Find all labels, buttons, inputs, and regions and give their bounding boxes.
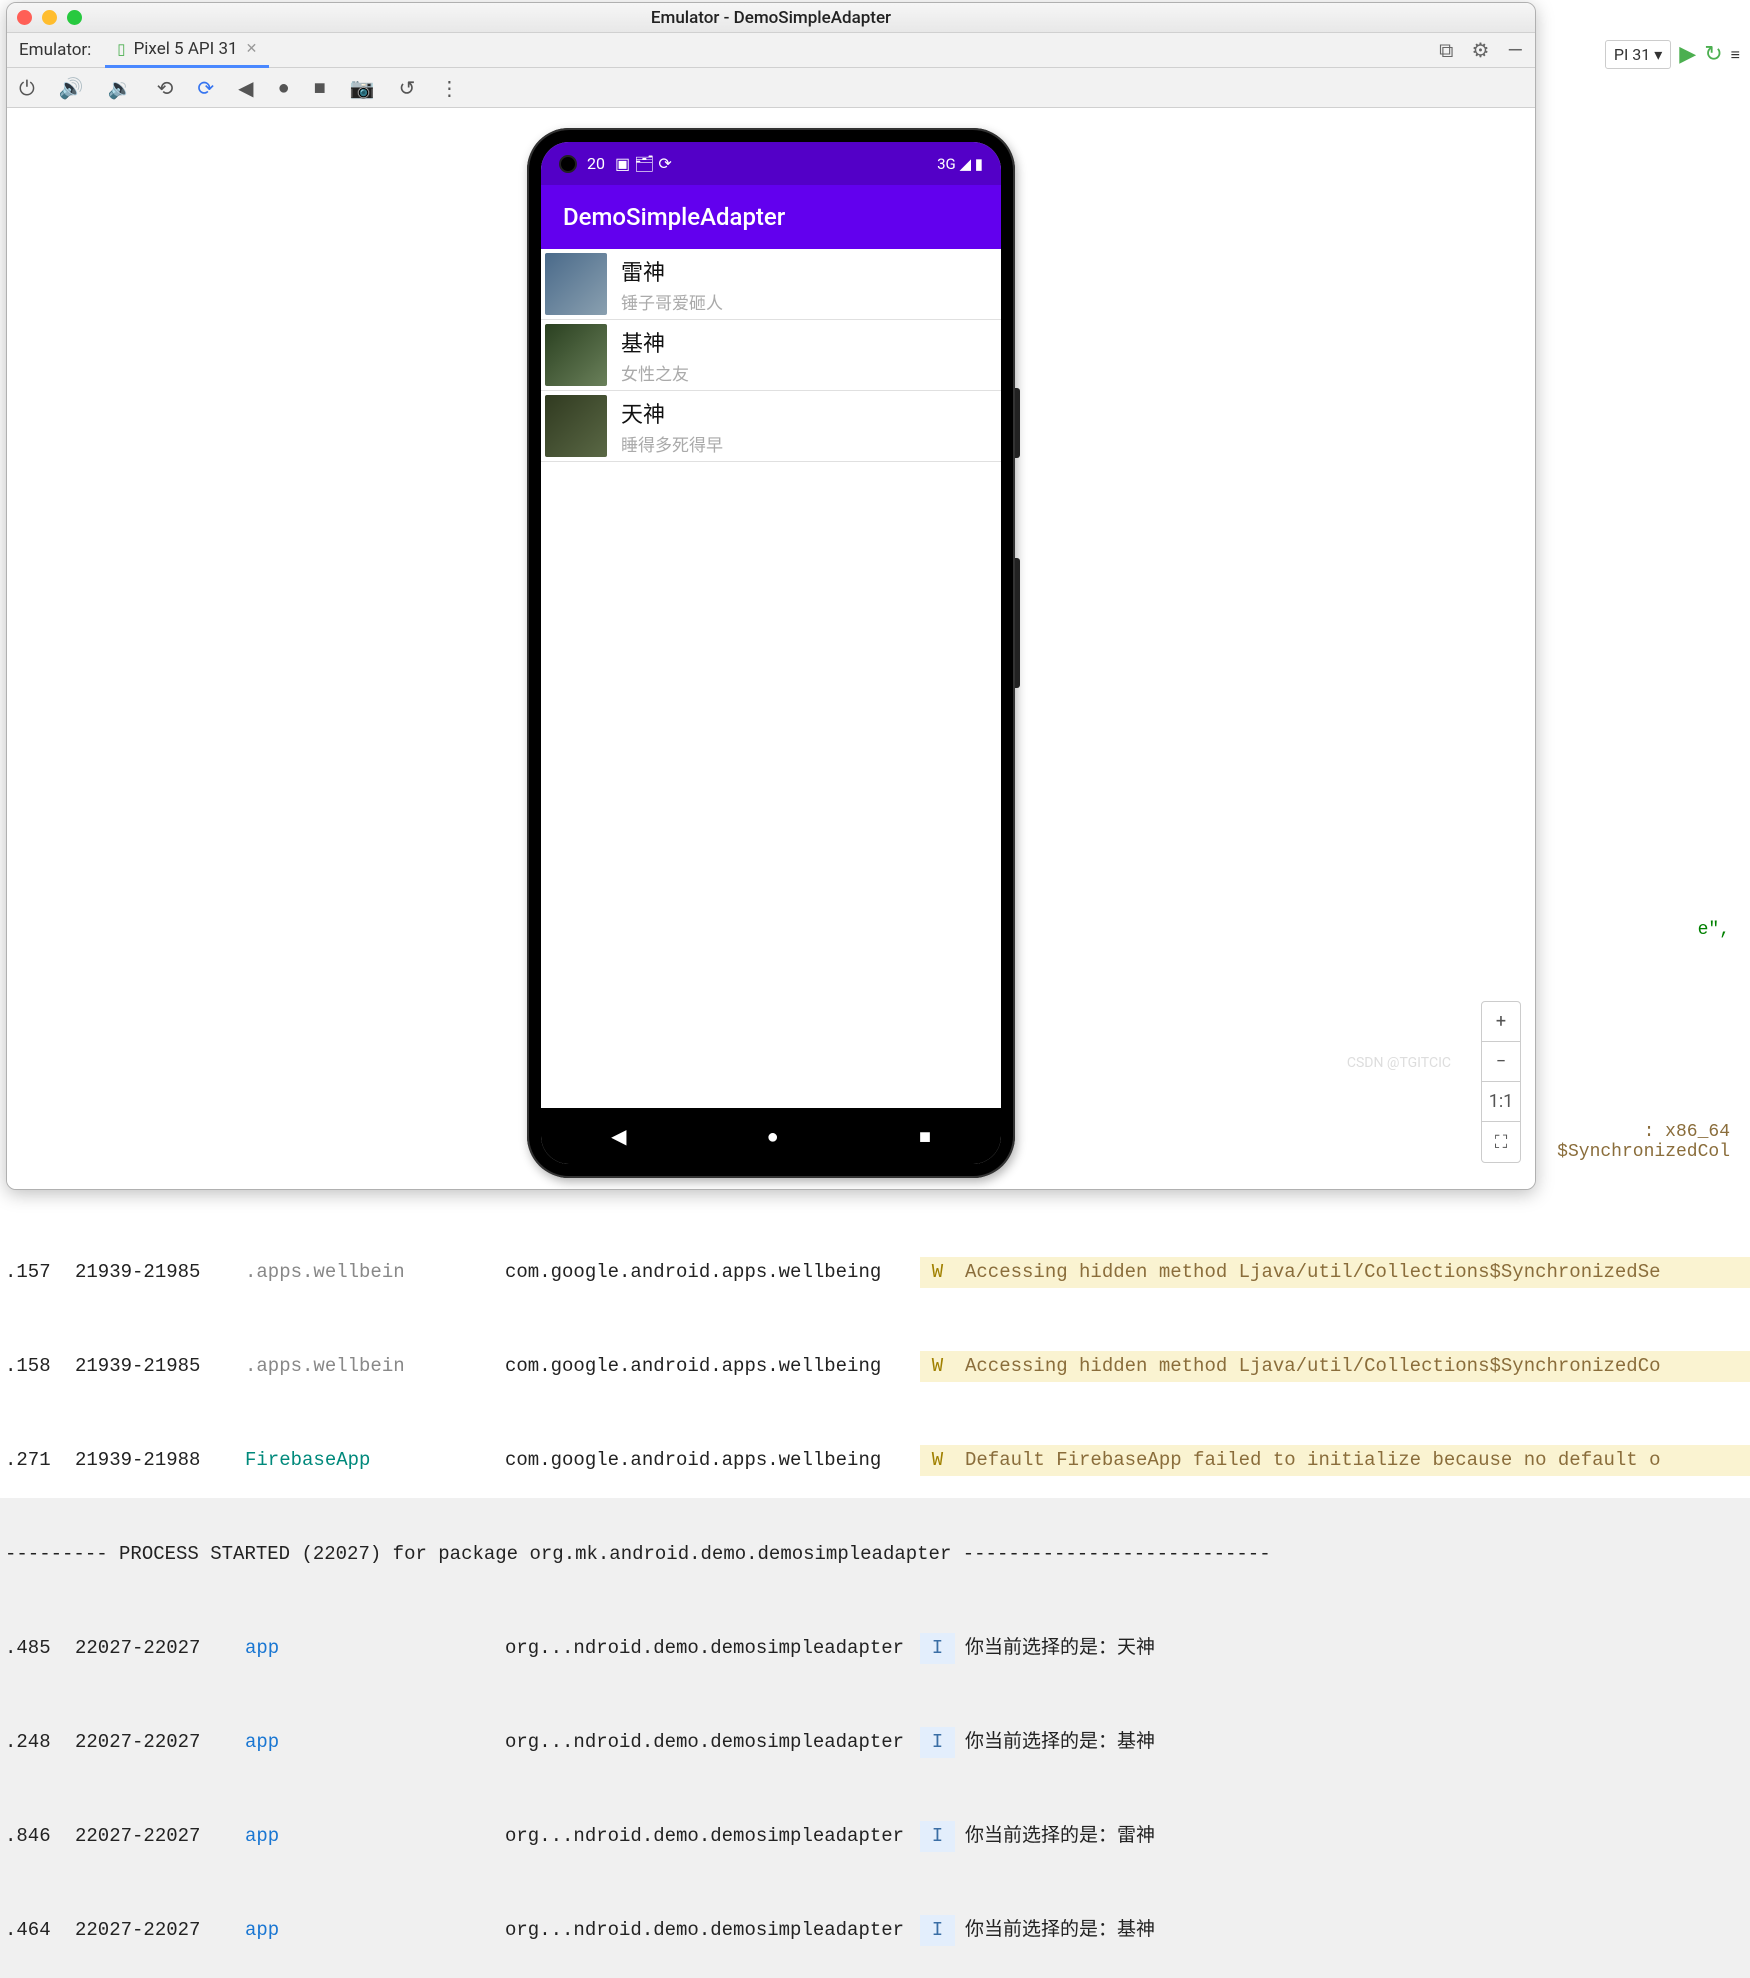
power-icon[interactable]: ⏻ xyxy=(19,76,35,100)
item-subtitle: 睡得多死得早 xyxy=(621,431,723,456)
rotate-right-icon[interactable]: ⟳ xyxy=(197,76,214,100)
minimize-icon[interactable] xyxy=(42,10,57,25)
tab-bar: Emulator: ▯ Pixel 5 API 31 ✕ ⧉ ⚙ — xyxy=(7,33,1535,68)
code-fragment: e", xyxy=(1698,920,1730,940)
android-status-bar: 20 ▣ 🗂 ⟳ 3G ◢ ▮ xyxy=(541,142,1001,185)
run-icon[interactable]: ▶ xyxy=(1679,42,1696,67)
nav-home-icon[interactable]: ● xyxy=(767,1124,779,1149)
settings-icon[interactable]: ⚙ xyxy=(1471,38,1489,62)
phone-icon: ▯ xyxy=(117,40,125,58)
device-tab[interactable]: ▯ Pixel 5 API 31 ✕ xyxy=(105,33,269,68)
item-title: 天神 xyxy=(621,397,723,429)
zoom-fit-button[interactable]: ⛶ xyxy=(1482,1122,1520,1162)
status-time: 20 xyxy=(587,154,605,173)
item-title: 基神 xyxy=(621,326,689,358)
avatar xyxy=(545,395,607,457)
zoom-in-button[interactable]: + xyxy=(1482,1002,1520,1042)
avatar xyxy=(545,324,607,386)
log-row[interactable]: .27121939-21988FirebaseAppcom.google.and… xyxy=(5,1445,1750,1476)
volume-down-icon[interactable]: 🔉 xyxy=(108,76,133,100)
item-subtitle: 锤子哥爱砸人 xyxy=(621,289,723,314)
phone-side-button xyxy=(1015,558,1020,688)
log-row[interactable]: .15821939-21985.apps.wellbeincom.google.… xyxy=(5,1351,1750,1382)
log-row[interactable]: .48522027-22027apporg...ndroid.demo.demo… xyxy=(5,1633,1750,1664)
log-row[interactable]: .15721939-21985.apps.wellbeincom.google.… xyxy=(5,1257,1750,1288)
log-row[interactable]: .46422027-22027apporg...ndroid.demo.demo… xyxy=(5,1915,1750,1946)
item-title: 雷神 xyxy=(621,255,723,287)
close-icon[interactable] xyxy=(17,10,32,25)
zoom-out-button[interactable]: − xyxy=(1482,1042,1520,1082)
emulator-toolbar: ⏻ 🔊 🔉 ⟲ ⟳ ◀ ● ■ 📷 ↺ ⋮ xyxy=(7,68,1535,108)
log-divider: --------- PROCESS STARTED (22027) for pa… xyxy=(5,1539,1750,1570)
phone-side-button xyxy=(1015,388,1020,458)
watermark: CSDN @TGITCIC xyxy=(1347,1055,1451,1071)
phone-frame: 20 ▣ 🗂 ⟳ 3G ◢ ▮ DemoSimpleAdapter 雷神 锤子哥… xyxy=(527,128,1015,1178)
camera-hole xyxy=(559,155,577,173)
item-subtitle: 女性之友 xyxy=(621,360,689,385)
window-controls xyxy=(17,10,82,25)
emulator-window: Emulator - DemoSimpleAdapter Emulator: ▯… xyxy=(6,2,1536,1190)
device-tab-label: Pixel 5 API 31 xyxy=(134,39,238,59)
record-icon[interactable]: ● xyxy=(278,75,290,100)
rerun-icon[interactable]: ↻ xyxy=(1704,42,1722,67)
menu-icon[interactable]: ≡ xyxy=(1731,45,1740,65)
nav-recent-icon[interactable]: ■ xyxy=(919,1124,931,1149)
back-icon[interactable]: ◀ xyxy=(238,76,253,100)
titlebar[interactable]: Emulator - DemoSimpleAdapter xyxy=(7,3,1535,33)
screenshot-icon[interactable]: 📷 xyxy=(350,76,375,100)
list-item[interactable]: 基神 女性之友 xyxy=(541,320,1001,391)
close-tab-icon[interactable]: ✕ xyxy=(246,41,258,57)
reload-icon[interactable]: ↺ xyxy=(399,76,416,100)
zoom-actual-button[interactable]: 1:1 xyxy=(1482,1082,1520,1122)
emulator-canvas: 20 ▣ 🗂 ⟳ 3G ◢ ▮ DemoSimpleAdapter 雷神 锤子哥… xyxy=(7,108,1535,1189)
hide-icon[interactable]: — xyxy=(1507,38,1523,62)
window-title: Emulator - DemoSimpleAdapter xyxy=(651,8,891,28)
volume-up-icon[interactable]: 🔊 xyxy=(59,76,84,100)
ide-info-panel: : x86_64 $SynchronizedCol xyxy=(1557,1122,1730,1162)
api-selector[interactable]: PI 31 ▾ xyxy=(1605,40,1671,69)
phone-screen[interactable]: 20 ▣ 🗂 ⟳ 3G ◢ ▮ DemoSimpleAdapter 雷神 锤子哥… xyxy=(541,142,1001,1164)
nav-back-icon[interactable]: ◀ xyxy=(611,1124,626,1148)
zoom-controls: + − 1:1 ⛶ xyxy=(1481,1001,1521,1163)
stop-icon[interactable]: ■ xyxy=(314,75,326,100)
app-bar: DemoSimpleAdapter xyxy=(541,185,1001,249)
emulator-label: Emulator: xyxy=(19,40,91,60)
list-item[interactable]: 雷神 锤子哥爱砸人 xyxy=(541,249,1001,320)
logcat-panel: .15721939-21985.apps.wellbeincom.google.… xyxy=(5,1194,1750,1978)
snapshot-icon[interactable]: ⧉ xyxy=(1439,38,1453,62)
more-icon[interactable]: ⋮ xyxy=(439,76,459,100)
android-nav-bar: ◀ ● ■ xyxy=(541,1108,1001,1164)
ide-toolbar-right: PI 31 ▾ ▶ ↻ ≡ xyxy=(1605,40,1740,69)
log-row[interactable]: .84622027-22027apporg...ndroid.demo.demo… xyxy=(5,1821,1750,1852)
status-icons-right: 3G ◢ ▮ xyxy=(937,155,983,173)
status-icons-left: ▣ 🗂 ⟳ xyxy=(615,154,672,173)
rotate-left-icon[interactable]: ⟲ xyxy=(157,76,174,100)
list-view: 雷神 锤子哥爱砸人 基神 女性之友 天神 xyxy=(541,249,1001,462)
avatar xyxy=(545,253,607,315)
maximize-icon[interactable] xyxy=(67,10,82,25)
list-item[interactable]: 天神 睡得多死得早 xyxy=(541,391,1001,462)
log-row[interactable]: .24822027-22027apporg...ndroid.demo.demo… xyxy=(5,1727,1750,1758)
